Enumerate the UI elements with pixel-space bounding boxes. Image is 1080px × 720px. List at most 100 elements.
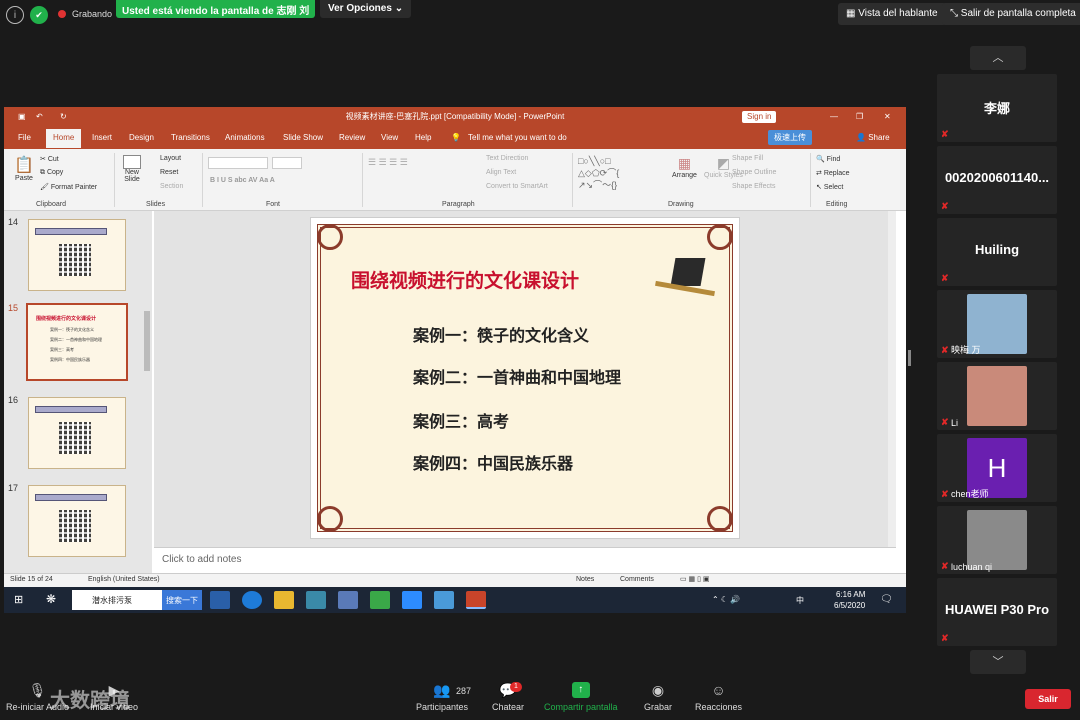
notes-toggle[interactable]: Notes [576,576,594,583]
upload-button[interactable]: 极速上传 [768,130,812,145]
vertical-scrollbar[interactable] [888,211,896,547]
windows-start-icon[interactable]: ⊞ [14,593,23,606]
recording-label[interactable]: Grabando [72,9,112,19]
record-button[interactable]: ◉ Grabar [644,682,672,712]
comments-toggle[interactable]: Comments [620,576,654,583]
taskbar-search-input[interactable]: 潜水排污泵 [72,590,162,610]
case-item[interactable]: 案例一：筷子的文化含义 [413,322,589,346]
restore-icon[interactable]: ❐ [856,107,863,127]
shapes-gallery[interactable]: □○╲╲○□ △◇⬠⟳⌒{↗↘⌒〜{} [578,155,664,193]
tab-insert[interactable]: Insert [92,133,112,142]
slide-thumbnail[interactable] [28,219,126,291]
slide-thumbnail[interactable] [28,397,126,469]
language-indicator[interactable]: English (United States) [88,576,160,583]
reset-button[interactable]: Reset [160,169,178,176]
ime-indicator[interactable]: 中 [796,595,804,606]
tab-animations[interactable]: Animations [225,133,265,142]
arrange-button[interactable]: ▦ Arrange [672,155,697,179]
paste-button[interactable]: 📋 Paste [12,155,36,182]
split-handle[interactable] [908,350,911,366]
tell-me-input[interactable]: Tell me what you want to do [468,133,567,142]
tab-home[interactable]: Home [46,129,82,148]
find-button[interactable]: 🔍 Find [816,155,840,163]
tab-design[interactable]: Design [129,133,154,142]
copy-button[interactable]: ⧉ Copy [40,169,63,177]
cut-button[interactable]: ✂ Cut [40,155,59,163]
slide-editing-area[interactable]: 围绕视频进行的文化课设计 案例一：筷子的文化含义 案例二：一首神曲和中国地理 案… [154,211,896,573]
case-item[interactable]: 案例四：中国民族乐器 [413,450,573,474]
slide-thumbnail-selected[interactable]: 围绕视频进行的文化课设计 案例一：筷子的文化含义 案例二：一首神曲和中国地理 案… [26,303,128,381]
new-slide-button[interactable]: New Slide [120,155,144,183]
powerpoint-icon[interactable] [466,591,486,609]
shield-icon[interactable]: ✔ [30,6,48,24]
participant-tile[interactable]: HUAWEI P30 Pro ✘ [937,578,1057,646]
zoom-icon[interactable] [402,591,422,609]
tab-review[interactable]: Review [339,133,365,142]
scroll-down-button[interactable]: ﹀ [970,650,1026,674]
thumbnail-scrollbar[interactable] [144,311,150,371]
shape-outline-button[interactable]: Shape Outline [732,169,776,176]
app-icon[interactable] [434,591,454,609]
select-button[interactable]: ↖ Select [816,183,843,191]
participant-tile[interactable]: Huiling ✘ [937,218,1057,286]
leave-button[interactable]: Salir [1025,689,1071,709]
paragraph-tools[interactable]: ☰ ☰ ☰ ☰ [368,157,408,168]
shape-effects-button[interactable]: Shape Effects [732,183,775,190]
sign-in-button[interactable]: Sign in [742,111,777,123]
participant-tile[interactable]: 李娜 ✘ [937,74,1057,142]
notes-input[interactable]: Click to add notes [154,547,896,573]
section-button[interactable]: Section [160,183,183,190]
speaker-view-button[interactable]: ▦ Vista del hablante [838,3,946,25]
tab-help[interactable]: Help [415,133,431,142]
scroll-up-button[interactable]: ︿ [970,46,1026,70]
font-family-select[interactable] [208,157,268,169]
layout-button[interactable]: Layout [160,155,181,162]
font-size-select[interactable] [272,157,302,169]
undo-icon[interactable]: ↶ [36,107,43,127]
tab-slide-show[interactable]: Slide Show [283,133,323,142]
participant-tile[interactable]: 映梅 万 ✘ [937,290,1057,358]
store-icon[interactable] [338,591,358,609]
participant-tile[interactable]: Hchen老师 ✘ [937,434,1057,502]
assistant-icon[interactable]: ❋ [46,592,56,606]
share-screen-button[interactable]: ↑ Compartir pantalla [544,682,618,712]
reactions-label: Reacciones [695,702,743,712]
convert-smartart-button[interactable]: Convert to SmartArt [486,183,548,190]
file-explorer-icon[interactable] [274,591,294,609]
save-icon[interactable]: ▣ [18,107,26,127]
edge-icon[interactable] [242,591,262,609]
reactions-button[interactable]: ☺ Reacciones [695,682,742,712]
format-painter-button[interactable]: 🖌 Format Painter [40,183,97,191]
view-buttons[interactable]: ▭ ▦ ▯ ▣ [680,575,710,583]
minimize-icon[interactable]: — [830,107,838,127]
current-slide[interactable]: 围绕视频进行的文化课设计 案例一：筷子的文化含义 案例二：一首神曲和中国地理 案… [310,217,740,539]
bold-button[interactable]: B I U S abc AV Aa A [210,177,275,184]
redo-icon[interactable]: ↻ [60,107,67,127]
replace-button[interactable]: ⇄ Replace [816,169,850,177]
view-options-button[interactable]: Ver Opciones ⌄ [320,0,412,18]
participant-tile[interactable]: 0020200601140... ✘ [937,146,1057,214]
slide-title[interactable]: 围绕视频进行的文化课设计 [351,266,579,293]
tab-file[interactable]: File [18,133,31,142]
case-item[interactable]: 案例二：一首神曲和中国地理 [413,364,621,388]
tab-view[interactable]: View [381,133,398,142]
slide-thumbnails-pane[interactable]: 14 15 围绕视频进行的文化课设计 案例一：筷子的文化含义 案例二：一首神曲和… [4,211,152,573]
connect-icon[interactable] [306,591,326,609]
case-item[interactable]: 案例三：高考 [413,408,509,432]
exit-fullscreen-button[interactable]: ⤡ Salir de pantalla completa [942,3,1080,25]
taskbar-search-button[interactable]: 搜索一下 [162,590,202,610]
notification-icon[interactable]: 🗨 [880,594,893,605]
slide-thumbnail[interactable] [28,485,126,557]
tray-icons[interactable]: ⌃ ☾ 🔊 [712,595,740,604]
shape-fill-button[interactable]: Shape Fill [732,155,763,162]
text-direction-button[interactable]: Text Direction [486,155,528,162]
mail-icon[interactable] [210,591,230,609]
share-button[interactable]: 👤 Share [856,133,890,142]
participant-tile[interactable]: luchuan qi ✘ [937,506,1057,574]
close-icon[interactable]: ✕ [884,107,891,127]
tab-transitions[interactable]: Transitions [171,133,210,142]
participant-tile[interactable]: Li ✘ [937,362,1057,430]
info-icon[interactable]: i [6,6,24,24]
media-player-icon[interactable] [370,591,390,609]
align-text-button[interactable]: Align Text [486,169,516,176]
